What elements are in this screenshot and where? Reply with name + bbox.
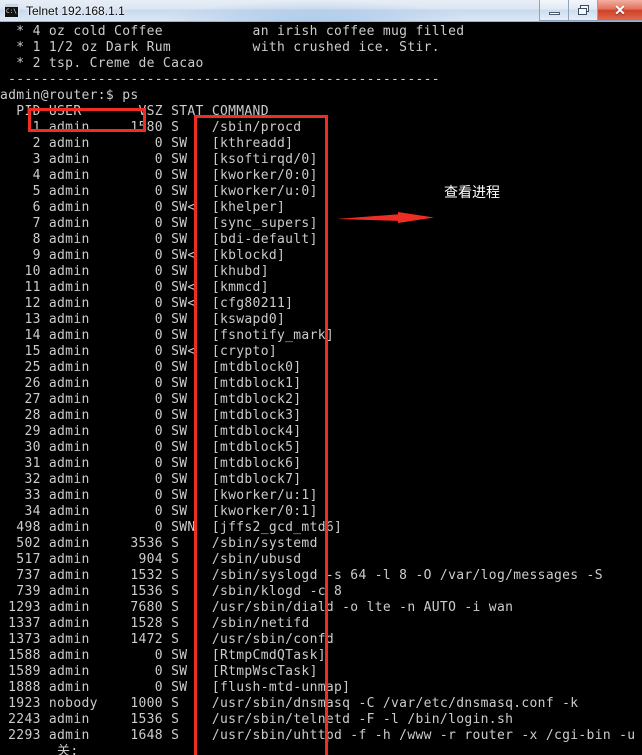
terminal-line: 1588 admin 0 SW [RtmpCmdQTask] [0, 648, 326, 663]
terminal-line: 15 admin 0 SW< [crypto] [0, 344, 277, 359]
title-bar[interactable]: C:\ Telnet 192.168.1.1 ✕ [0, 0, 642, 22]
terminal-line: 6 admin 0 SW< [khelper] [0, 200, 286, 215]
terminal-line: 32 admin 0 SW [mtdblock7] [0, 472, 302, 487]
terminal-line: 2243 admin 1536 S /usr/sbin/telnetd -F -… [0, 712, 514, 727]
terminal-output[interactable]: * 4 oz cold Coffee an irish coffee mug f… [0, 22, 642, 755]
close-button[interactable]: ✕ [597, 0, 642, 21]
terminal-line: admin@router:$ ps [0, 88, 139, 103]
terminal-line: 1293 admin 7680 S /usr/sbin/diald -o lte… [0, 600, 514, 615]
terminal-line: * 2 tsp. Creme de Cacao [0, 56, 204, 71]
terminal-line: 11 admin 0 SW< [kmmcd] [0, 280, 269, 295]
terminal-line: * 1 1/2 oz Dark Rum with crushed ice. St… [0, 40, 440, 55]
window-controls: ✕ [539, 0, 642, 21]
annotation-arrow [336, 212, 434, 223]
terminal-line: 29 admin 0 SW [mtdblock4] [0, 424, 302, 439]
terminal-line: 9 admin 0 SW< [kblockd] [0, 248, 286, 263]
console-icon-bar [5, 4, 18, 7]
titlebar-glow [150, 0, 480, 21]
terminal-line: 26 admin 0 SW [mtdblock1] [0, 376, 302, 391]
console-icon: C:\ [4, 3, 19, 18]
terminal-line: 12 admin 0 SW< [cfg80211] [0, 296, 294, 311]
terminal-line: 34 admin 0 SW [kworker/0:1] [0, 504, 318, 519]
terminal-line: 7 admin 0 SW [sync_supers] [0, 216, 318, 231]
terminal-line: 1923 nobody 1000 S /usr/sbin/dnsmasq -C … [0, 696, 579, 711]
minimize-icon [548, 11, 560, 15]
terminal-line: 13 admin 0 SW [kswapd0] [0, 312, 286, 327]
terminal-line: 2 admin 0 SW [kthreadd] [0, 136, 294, 151]
terminal-line: 3 admin 0 SW [ksoftirqd/0] [0, 152, 318, 167]
terminal-line: 14 admin 0 SW [fsnotify_mark] [0, 328, 335, 343]
terminal-line: 1337 admin 1528 S /sbin/netifd [0, 616, 310, 631]
terminal-line: 27 admin 0 SW [mtdblock2] [0, 392, 302, 407]
terminal-line: 517 admin 904 S /sbin/ubusd [0, 552, 302, 567]
restore-button[interactable] [568, 0, 597, 21]
console-icon-text: C:\ [6, 8, 17, 15]
terminal-line: 关: [0, 744, 79, 755]
terminal-line: 10 admin 0 SW [khubd] [0, 264, 269, 279]
terminal-line: 30 admin 0 SW [mtdblock5] [0, 440, 302, 455]
terminal-line: 4 admin 0 SW [kworker/0:0] [0, 168, 318, 183]
terminal-line: 2293 admin 1648 S /usr/sbin/uhttpd -f -h… [0, 728, 636, 743]
terminal-line: 498 admin 0 SWN [jffs2_gcd_mtd6] [0, 520, 343, 535]
minimize-button[interactable] [539, 0, 568, 21]
restore-icon [577, 5, 589, 15]
terminal-line: 25 admin 0 SW [mtdblock0] [0, 360, 302, 375]
terminal-line: 33 admin 0 SW [kworker/u:1] [0, 488, 318, 503]
terminal-line: 1589 admin 0 SW [RtmpWscTask] [0, 664, 318, 679]
terminal-line: 1 admin 1580 S /sbin/procd [0, 120, 302, 135]
terminal-line: 1888 admin 0 SW [flush-mtd-unmap] [0, 680, 351, 695]
terminal-line: 28 admin 0 SW [mtdblock3] [0, 408, 302, 423]
terminal-line: 739 admin 1536 S /sbin/klogd -c 8 [0, 584, 343, 599]
terminal-line: 31 admin 0 SW [mtdblock6] [0, 456, 302, 471]
terminal-line: 8 admin 0 SW [bdi-default] [0, 232, 318, 247]
terminal-line: 502 admin 3536 S /sbin/systemd [0, 536, 318, 551]
terminal-line: 5 admin 0 SW [kworker/u:0] [0, 184, 318, 199]
terminal-line: 737 admin 1532 S /sbin/syslogd -s 64 -l … [0, 568, 603, 583]
close-icon: ✕ [614, 2, 626, 18]
terminal-line: ----------------------------------------… [0, 72, 440, 87]
terminal-line: * 4 oz cold Coffee an irish coffee mug f… [0, 24, 465, 39]
terminal-line: PID USER VSZ STAT COMMAND [0, 104, 269, 119]
window-title: Telnet 192.168.1.1 [26, 3, 125, 18]
telnet-window: C:\ Telnet 192.168.1.1 ✕ * 4 oz cold Cof… [0, 0, 642, 755]
annotation-label: 查看进程 [444, 185, 500, 201]
terminal-line: 1373 admin 1472 S /usr/sbin/confd [0, 632, 335, 647]
